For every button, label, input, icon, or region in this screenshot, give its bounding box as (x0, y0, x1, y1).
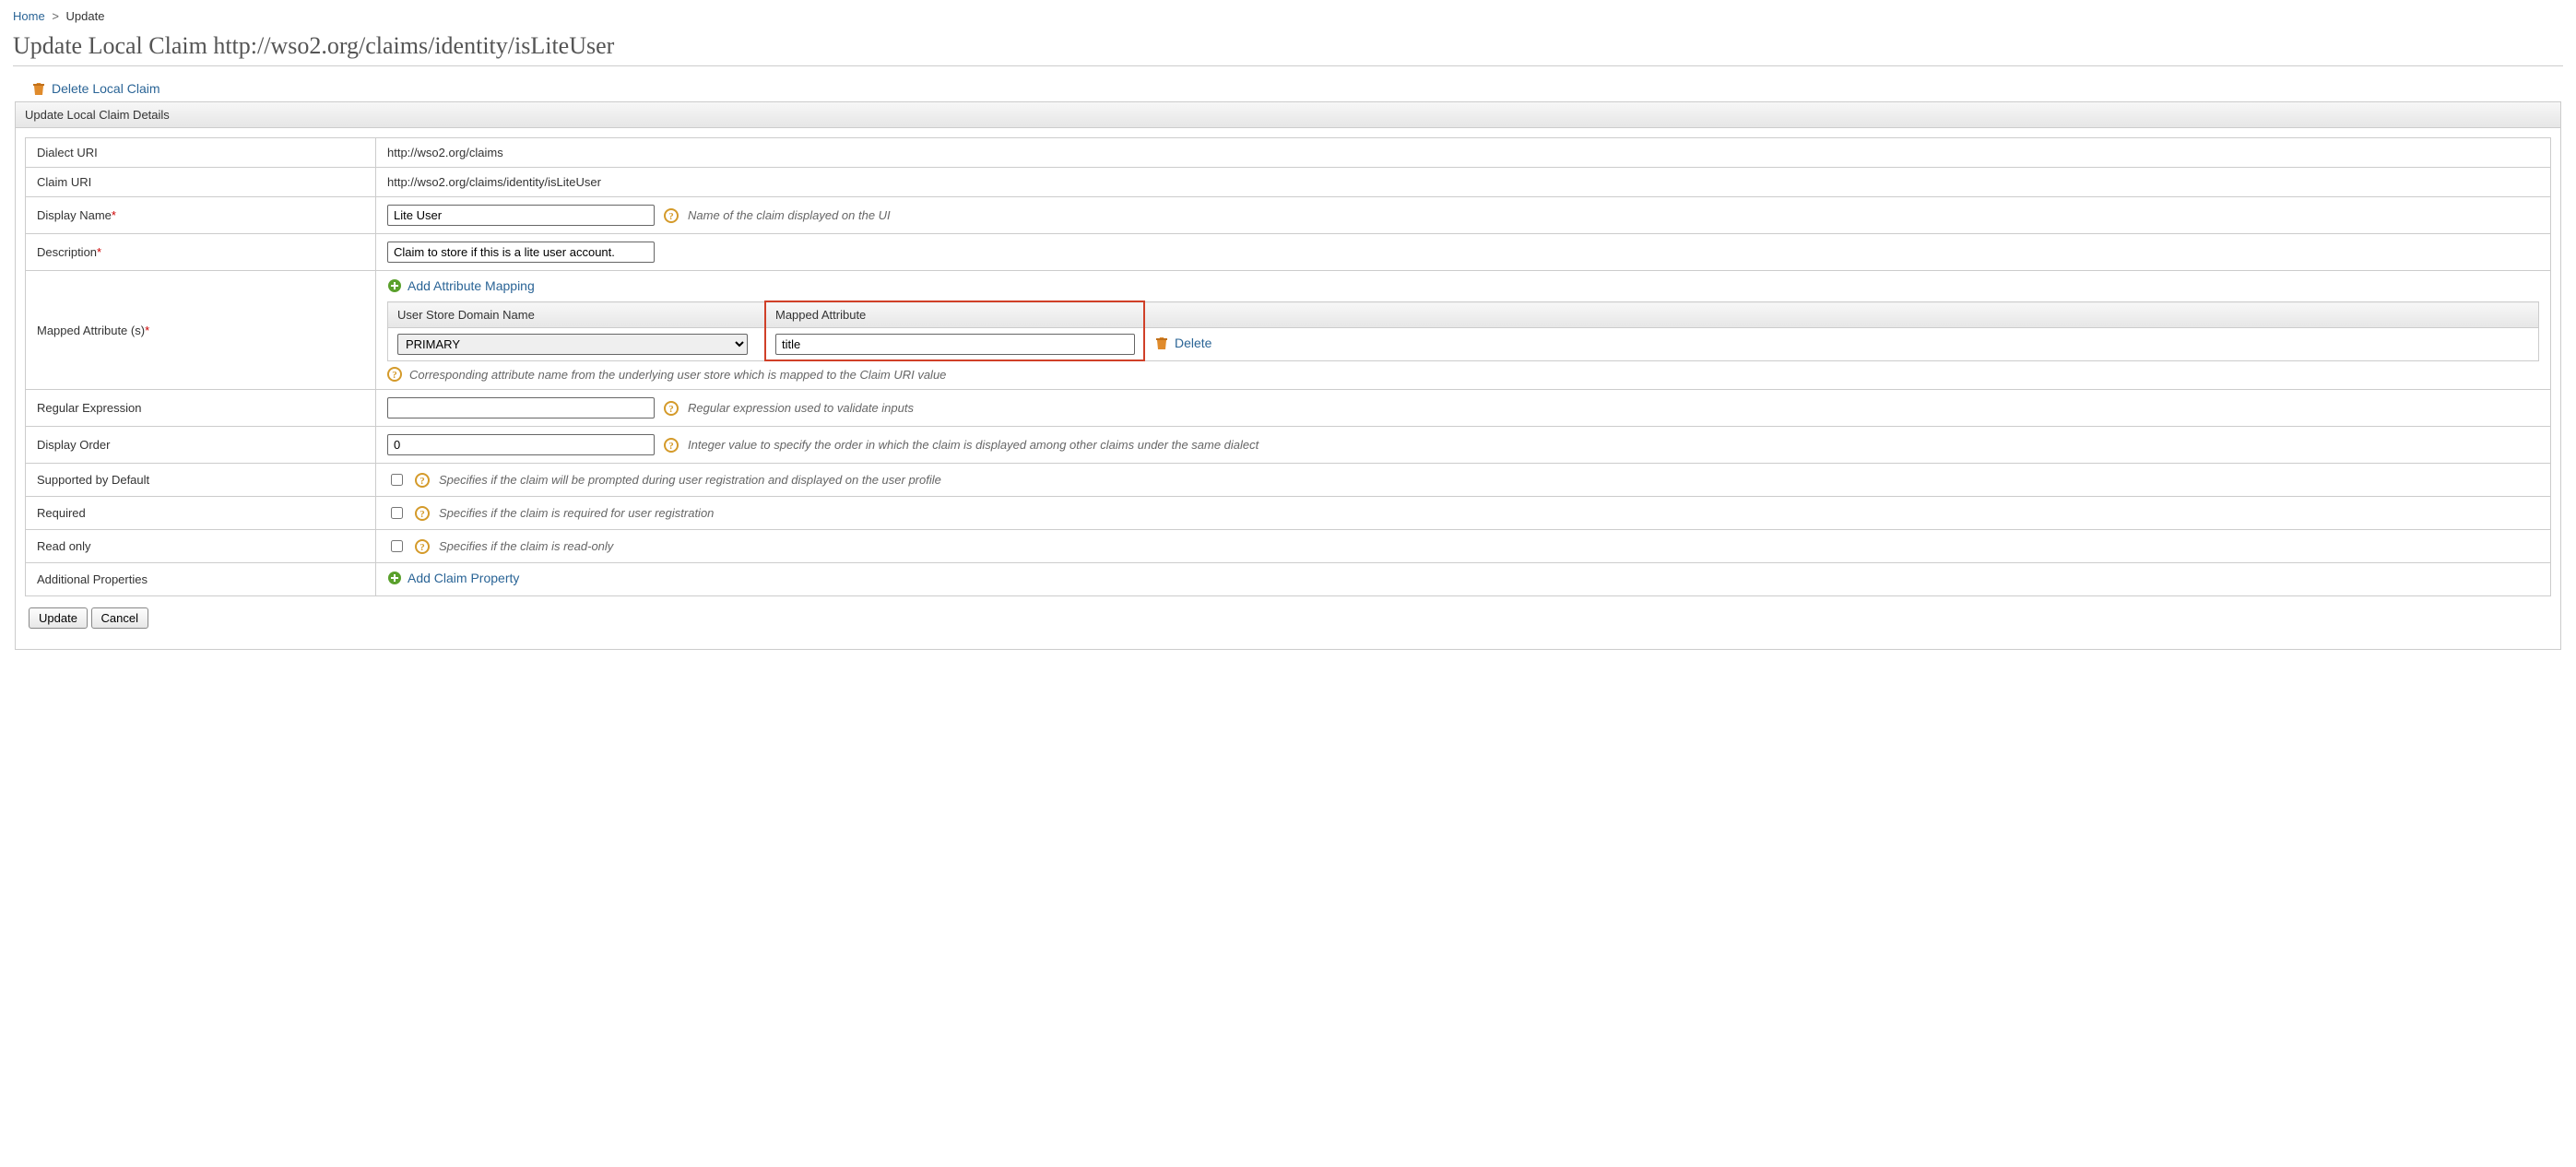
trash-icon (31, 81, 46, 96)
user-store-domain-select[interactable]: PRIMARY (397, 334, 748, 355)
value-dialect-uri: http://wso2.org/claims (376, 138, 2551, 168)
help-icon[interactable] (415, 506, 430, 521)
help-icon[interactable] (664, 401, 679, 416)
add-attribute-mapping-label: Add Attribute Mapping (408, 278, 535, 293)
hint-display-order: Integer value to specify the order in wh… (688, 438, 1258, 452)
label-display-order: Display Order (26, 427, 376, 464)
breadcrumb-separator: > (48, 9, 63, 23)
label-supported: Supported by Default (26, 464, 376, 497)
required-marker: * (112, 208, 116, 222)
label-description: Description (37, 245, 97, 259)
label-regex: Regular Expression (26, 390, 376, 427)
delete-local-claim-label: Delete Local Claim (52, 81, 160, 96)
add-claim-property-label: Add Claim Property (408, 571, 519, 585)
label-mapped-attribute: Mapped Attribute (s) (37, 324, 145, 337)
required-marker: * (97, 245, 101, 259)
mapping-table: User Store Domain Name Mapped Attribute (387, 301, 2539, 361)
label-additional: Additional Properties (26, 563, 376, 596)
label-readonly: Read only (26, 530, 376, 563)
mapping-header-attribute: Mapped Attribute (766, 302, 1145, 328)
label-required: Required (26, 497, 376, 530)
hint-display-name: Name of the claim displayed on the UI (688, 208, 891, 222)
regex-input[interactable] (387, 397, 655, 418)
add-claim-property-link[interactable]: Add Claim Property (387, 571, 519, 585)
mapping-header-domain: User Store Domain Name (388, 302, 766, 328)
page-title: Update Local Claim http://wso2.org/claim… (13, 32, 2563, 60)
label-dialect-uri: Dialect URI (26, 138, 376, 168)
add-attribute-mapping-link[interactable]: Add Attribute Mapping (387, 278, 535, 293)
form-table: Dialect URI http://wso2.org/claims Claim… (25, 137, 2551, 596)
supported-checkbox[interactable] (391, 474, 403, 486)
required-checkbox[interactable] (391, 507, 403, 519)
mapped-attribute-input[interactable] (775, 334, 1135, 355)
details-panel-header: Update Local Claim Details (16, 102, 2560, 128)
title-rule (13, 65, 2563, 66)
plus-icon (387, 278, 402, 293)
hint-supported: Specifies if the claim will be prompted … (439, 473, 941, 487)
display-name-input[interactable] (387, 205, 655, 226)
label-claim-uri: Claim URI (26, 168, 376, 197)
hint-mapped-attribute: Corresponding attribute name from the un… (409, 368, 946, 382)
delete-local-claim-link[interactable]: Delete Local Claim (31, 81, 160, 96)
help-icon[interactable] (415, 539, 430, 554)
readonly-checkbox[interactable] (391, 540, 403, 552)
help-icon[interactable] (664, 208, 679, 223)
help-icon[interactable] (415, 473, 430, 488)
hint-required: Specifies if the claim is required for u… (439, 506, 714, 520)
plus-icon (387, 571, 402, 585)
update-button[interactable]: Update (29, 607, 88, 629)
breadcrumb: Home > Update (13, 7, 2563, 29)
mapping-row: PRIMARY (388, 328, 2539, 361)
delete-mapping-label: Delete (1175, 336, 1211, 350)
trash-icon (1154, 336, 1169, 350)
required-marker: * (145, 324, 149, 337)
breadcrumb-home[interactable]: Home (13, 9, 45, 23)
help-icon[interactable] (387, 367, 402, 382)
cancel-button[interactable]: Cancel (91, 607, 148, 629)
description-input[interactable] (387, 242, 655, 263)
help-icon[interactable] (664, 438, 679, 453)
breadcrumb-current: Update (66, 9, 105, 23)
hint-regex: Regular expression used to validate inpu… (688, 401, 914, 415)
label-display-name: Display Name (37, 208, 112, 222)
hint-readonly: Specifies if the claim is read-only (439, 539, 613, 553)
delete-mapping-link[interactable]: Delete (1154, 336, 1211, 350)
display-order-input[interactable] (387, 434, 655, 455)
details-panel: Update Local Claim Details Dialect URI h… (15, 101, 2561, 650)
mapping-header-actions (1145, 302, 2539, 328)
value-claim-uri: http://wso2.org/claims/identity/isLiteUs… (376, 168, 2551, 197)
